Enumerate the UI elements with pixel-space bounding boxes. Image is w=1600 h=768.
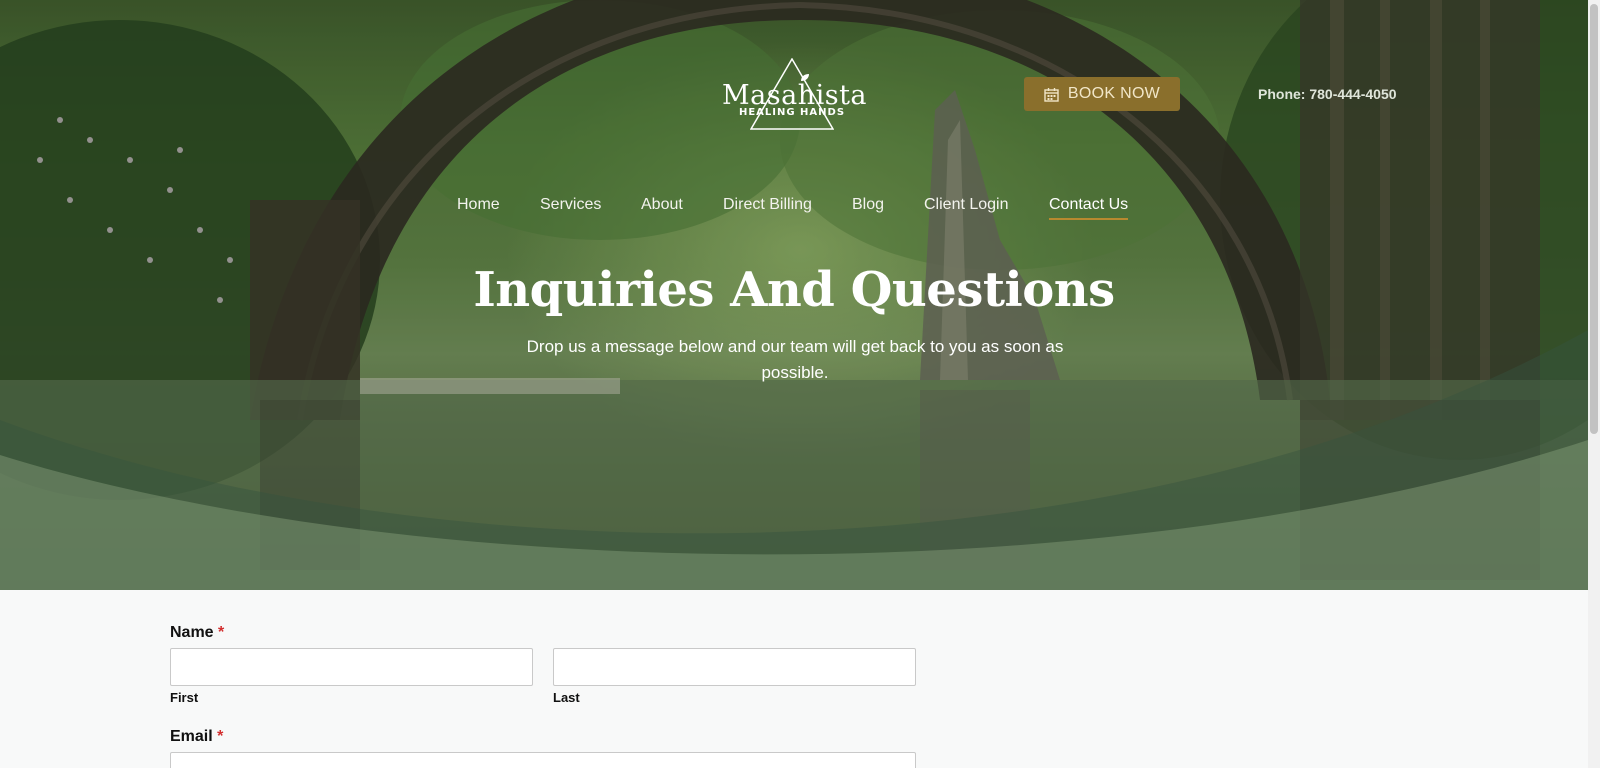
- email-label: Email *: [170, 728, 223, 746]
- required-marker: *: [218, 624, 225, 641]
- nav-contact-us[interactable]: Contact Us: [1049, 196, 1129, 220]
- nav-blog[interactable]: Blog: [852, 196, 884, 214]
- last-name-sublabel: Last: [553, 690, 580, 705]
- nav-client-login[interactable]: Client Login: [924, 196, 1009, 214]
- logo-tagline: HEALING HANDS: [738, 107, 846, 118]
- nav-home[interactable]: Home: [457, 196, 500, 214]
- nav-about[interactable]: About: [641, 196, 683, 214]
- email-label-text: Email: [170, 728, 213, 745]
- page-scrollbar[interactable]: [1588, 0, 1600, 768]
- site-logo[interactable]: Masahista HEALING HANDS: [722, 58, 867, 134]
- hero-section: Masahista HEALING HANDS BOOK NOW Phone: …: [0, 0, 1588, 590]
- first-name-sublabel: First: [170, 690, 199, 705]
- name-label-text: Name: [170, 624, 214, 641]
- page-subtitle: Drop us a message below and our team wil…: [526, 337, 1064, 382]
- nav-direct-billing[interactable]: Direct Billing: [723, 196, 812, 214]
- first-name-input[interactable]: [170, 648, 533, 686]
- email-input[interactable]: [170, 752, 916, 768]
- book-now-label: BOOK NOW: [1067, 85, 1161, 102]
- page-title: Inquiries And Questions: [473, 262, 1115, 318]
- name-label: Name *: [170, 624, 224, 642]
- calendar-icon: [1044, 87, 1059, 102]
- main-nav: Home Services About Direct Billing Blog …: [0, 196, 1588, 224]
- scrollbar-thumb[interactable]: [1590, 4, 1598, 434]
- nav-services[interactable]: Services: [540, 196, 601, 214]
- phone-number[interactable]: Phone: 780-444-4050: [1258, 86, 1397, 102]
- required-marker: *: [217, 728, 224, 745]
- last-name-input[interactable]: [553, 648, 916, 686]
- book-now-button[interactable]: BOOK NOW: [1024, 77, 1180, 111]
